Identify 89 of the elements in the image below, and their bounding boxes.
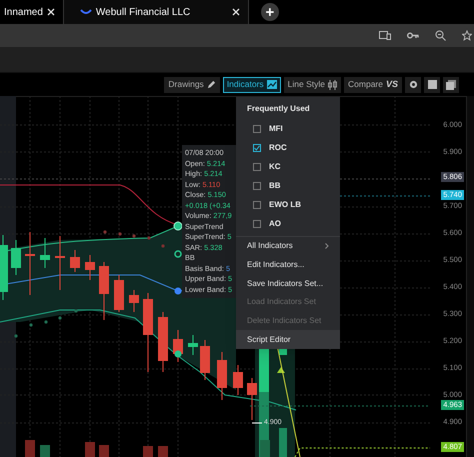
volume-bar [260,440,270,457]
candle [158,312,168,372]
triangle-marker-icon [277,367,285,373]
indicator-option[interactable]: AO [236,214,340,233]
candle [217,352,227,400]
checkbox[interactable] [253,182,261,190]
indicator-label: EWO LB [269,198,301,210]
checkbox[interactable] [253,144,261,152]
menu-item[interactable]: Save Indicators Set... [236,274,340,294]
volume-bar [85,442,95,457]
chart-icon [266,80,277,89]
sar-dot [58,316,62,320]
checkbox[interactable] [253,220,261,228]
candle [129,290,139,312]
volume-bar [143,446,153,457]
data-point [174,350,182,358]
sar-dot [132,234,136,238]
candle [233,364,243,396]
candle [247,378,257,420]
chevron-right-icon [325,243,329,250]
new-tab-button[interactable]: + [260,3,279,21]
indicator-option[interactable]: ROC [236,138,340,157]
volume-bar [25,440,35,457]
candles-icon [328,80,338,90]
indicator-label: BB [269,180,281,192]
smile-logo-icon [80,9,92,15]
tab-title: Innamed [4,6,43,20]
sar-dot [147,236,151,240]
indicator-label: KC [269,160,281,172]
browser-tab[interactable]: Webull Financial LLC [64,0,249,24]
key-icon[interactable] [407,32,419,39]
candle [11,240,21,276]
close-icon[interactable] [46,8,55,16]
candle [0,234,8,300]
candle [55,236,65,290]
candle [85,254,95,280]
toolbar-button[interactable]: Line Style [284,76,342,92]
candle [99,262,109,320]
candle [40,238,50,268]
toolbar-button[interactable]: Compare VS [344,76,402,92]
copy-icon [446,80,456,90]
compare-label: VS [386,78,398,91]
toolbar-button[interactable]: Indicators [222,76,281,92]
indicator-option[interactable]: EWO LB [236,195,340,214]
close-icon[interactable] [232,8,240,16]
devices-icon[interactable] [379,31,391,40]
indicator-label: MFI [269,122,283,134]
menu-item[interactable]: All Indicators [236,237,340,256]
indicator-label: AO [269,218,281,230]
data-point [174,250,182,258]
indicator-option[interactable]: KC [236,157,340,176]
data-point [174,288,182,294]
candle [114,274,124,312]
sar-dot [118,232,122,236]
zoom-icon[interactable] [435,30,446,41]
checkbox[interactable] [253,124,261,132]
candle [70,250,80,272]
candle [279,349,287,355]
volume-bar [99,445,109,457]
checkbox[interactable] [253,200,261,208]
indicator-label: ROC [269,142,287,154]
pencil-icon [206,80,216,89]
volume-bar [158,446,168,457]
toolbar-button[interactable]: Drawings [164,76,220,92]
settings-button[interactable] [405,76,421,92]
candle [25,232,35,296]
sar-dot [161,244,165,248]
layout-button[interactable] [443,76,459,92]
menu-item[interactable]: Script Editor [236,330,340,350]
settings-icon [408,80,418,89]
tab-title: Webull Financial LLC [96,6,192,20]
menu-item[interactable]: Edit Indicators... [236,256,340,274]
sar-dot [14,334,18,338]
volume-bar [279,428,287,457]
candle [200,340,210,380]
indicator-option[interactable]: BB [236,176,340,195]
fullscreen-button[interactable] [424,76,440,92]
menu-header: Frequently Used [246,103,311,115]
sar-dot [29,323,33,327]
sar-dot [103,230,107,234]
candle [188,334,198,356]
square-icon [428,80,436,89]
sar-dot [74,309,78,313]
checkbox[interactable] [253,162,261,170]
volume-bar [40,445,50,457]
indicator-option[interactable]: MFI [236,119,340,138]
sar-dot [44,320,48,324]
data-point [174,222,182,230]
star-icon[interactable] [462,30,472,41]
